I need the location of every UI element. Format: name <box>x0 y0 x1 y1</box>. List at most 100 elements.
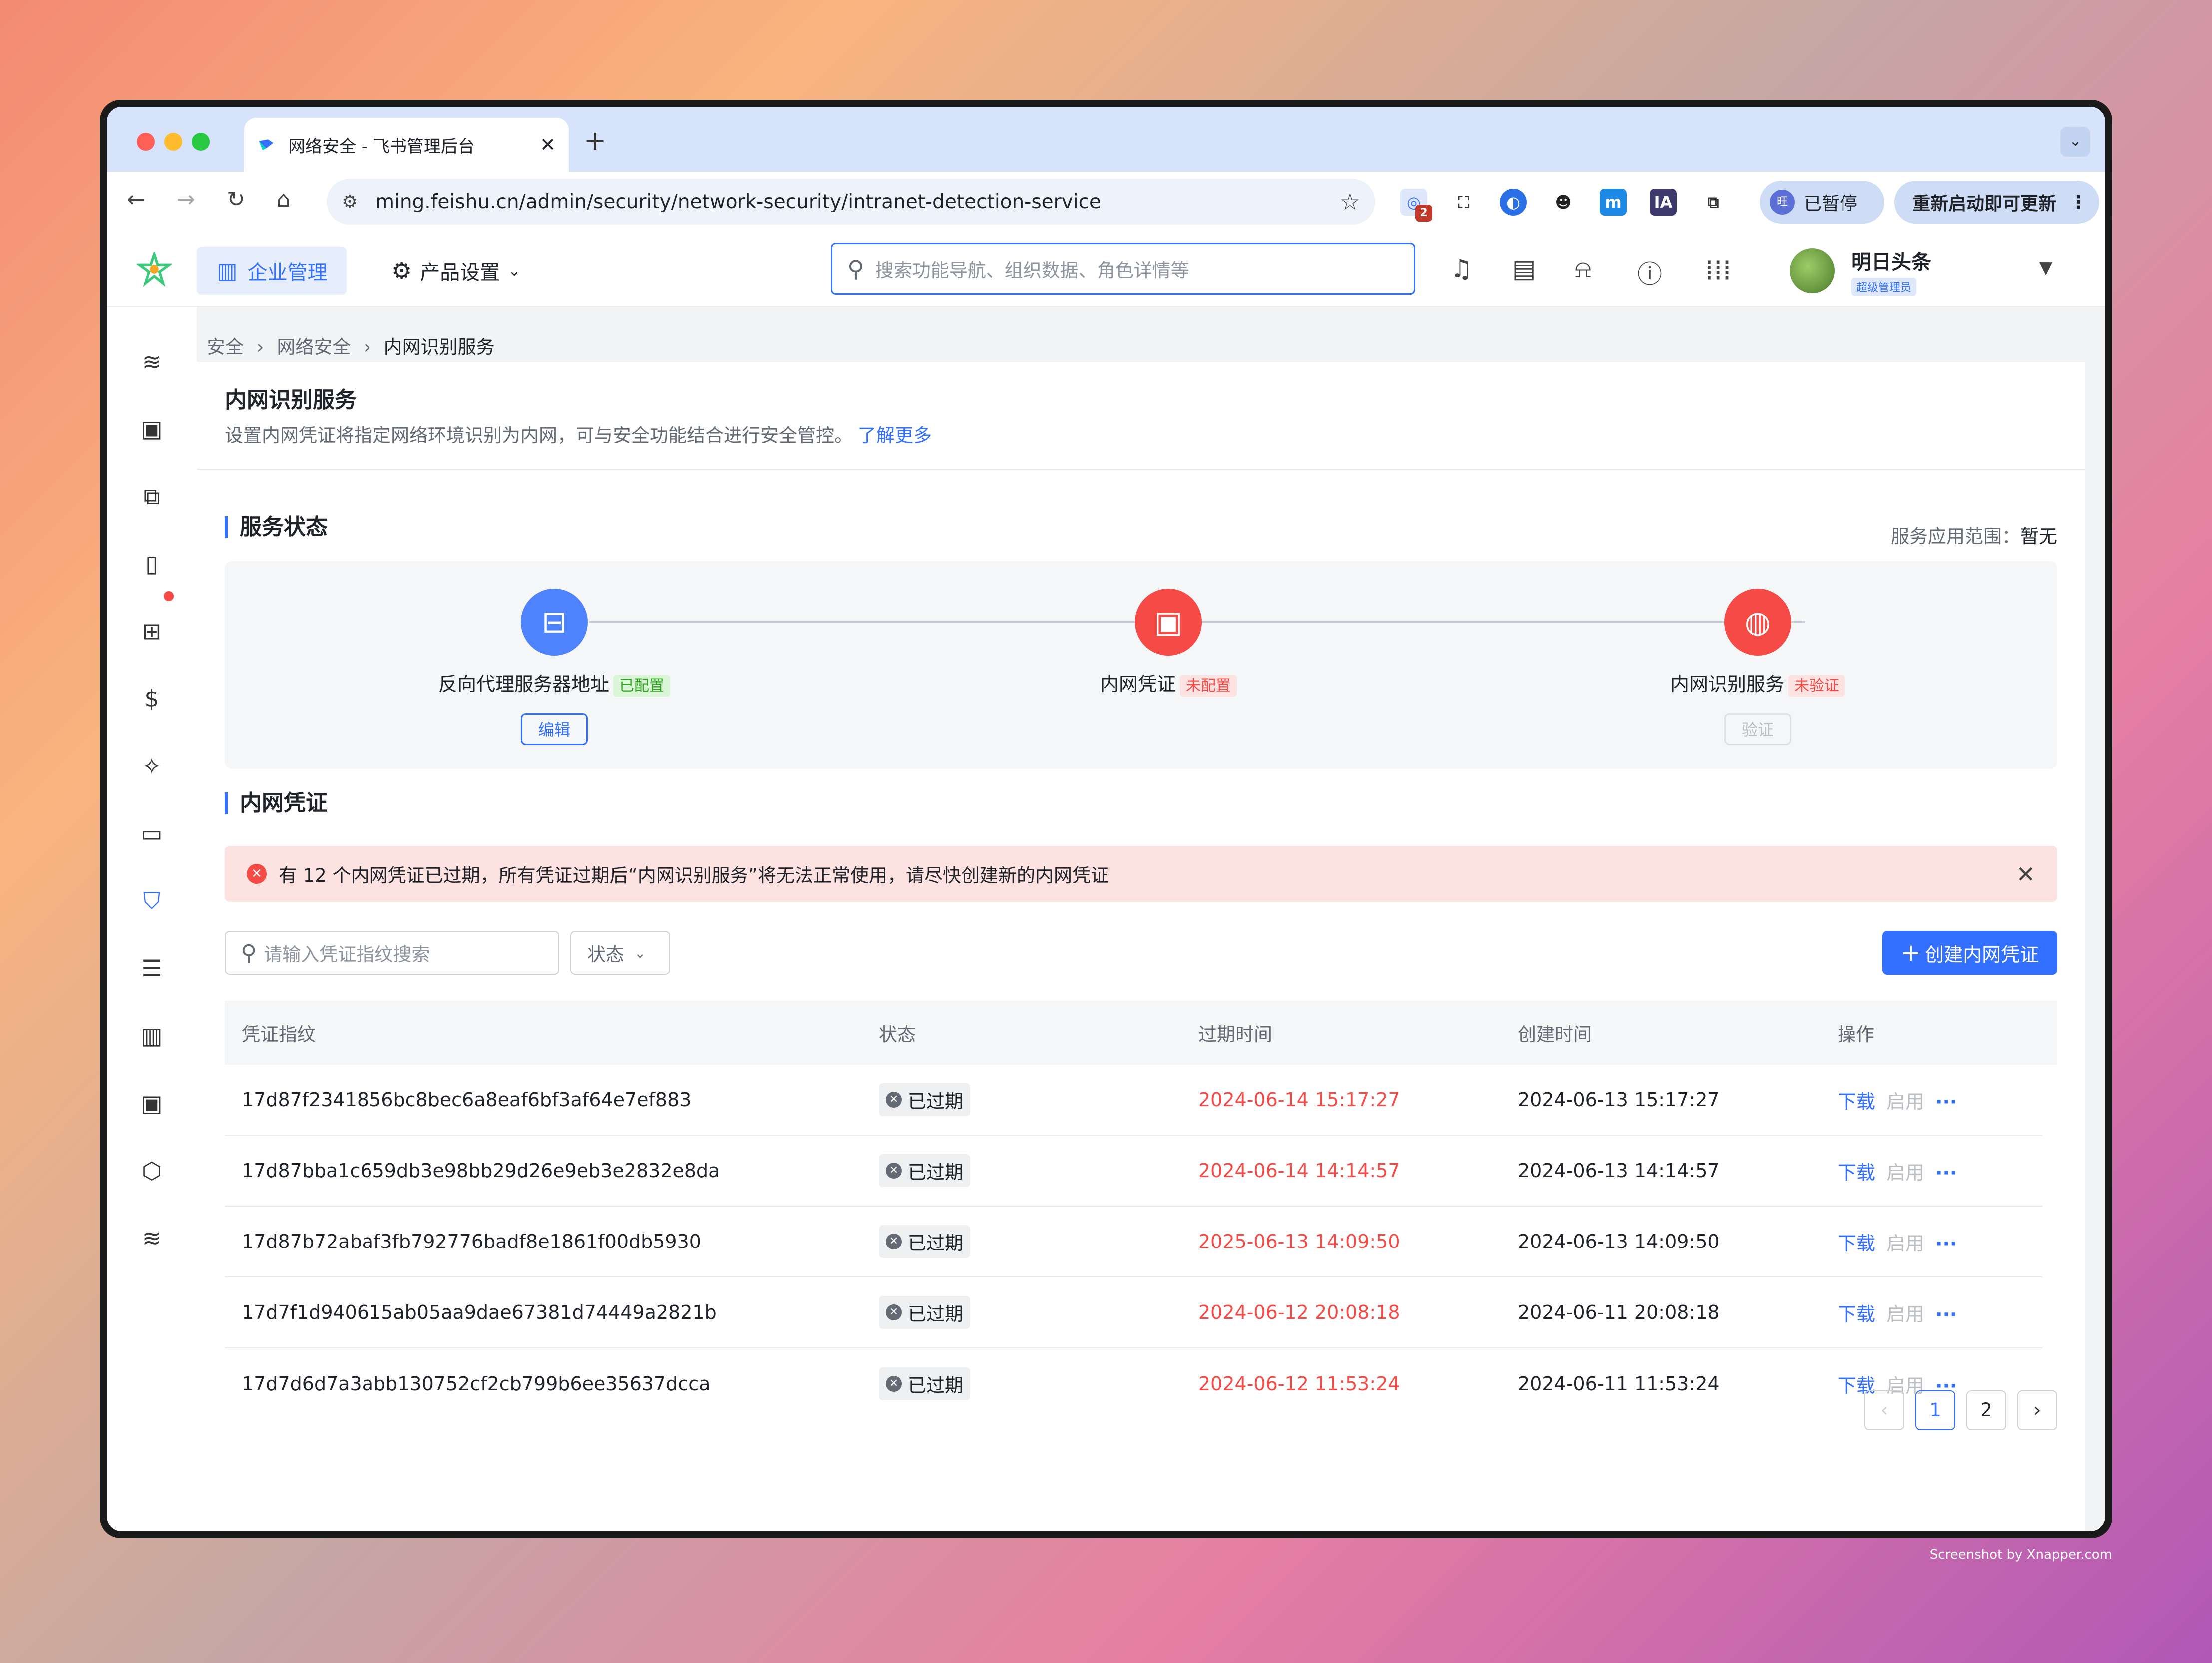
sidebar-billing-doc-icon[interactable]: ▣ <box>137 1088 167 1118</box>
status-text: 已过期 <box>908 1303 963 1325</box>
product-settings-menu[interactable]: ⚙ 产品设置 ⌄ <box>391 247 520 295</box>
column-header: 过期时间 <box>1198 1024 1272 1045</box>
sidebar-contacts-icon[interactable]: ▣ <box>137 414 167 444</box>
site-settings-icon[interactable]: ⚙ <box>342 192 364 212</box>
tab-search-chevron-icon[interactable]: ⌄ <box>2060 127 2090 157</box>
page-2-button[interactable]: 2 <box>1966 1390 2006 1430</box>
address-bar[interactable]: ⚙ ming.feishu.cn/admin/security/network-… <box>327 179 1375 225</box>
enable-link[interactable]: 启用 <box>1886 1303 1924 1325</box>
expired-icon: ✕ <box>886 1092 902 1108</box>
more-actions-icon[interactable]: ··· <box>1935 1091 1957 1113</box>
help-icon[interactable]: ⓘ <box>1637 254 1662 290</box>
status-badge: ✕ 已过期 <box>879 1296 970 1329</box>
status-text: 已过期 <box>908 1091 963 1112</box>
global-search-input[interactable]: ⚲ 搜索功能导航、组织数据、角色详情等 <box>831 243 1415 295</box>
reload-icon[interactable]: ↻ <box>227 187 245 212</box>
forward-arrow-icon[interactable]: → <box>177 187 195 212</box>
sidebar-analytics-icon[interactable]: ▥ <box>137 1021 167 1051</box>
breadcrumb-network-security[interactable]: 网络安全 <box>277 336 351 358</box>
edit-button[interactable]: 编辑 <box>521 713 588 745</box>
app-header: ▥ 企业管理 ⚙ 产品设置 ⌄ ⚲ 搜索功能导航、组织数据、角色详情等 ♫ ▤ … <box>107 232 2105 307</box>
maximize-window-button[interactable] <box>192 133 210 151</box>
face-extension-icon[interactable]: ☻ <box>1550 189 1577 216</box>
certificate-icon: ▣ <box>1135 589 1202 656</box>
created-time-cell: 2024-06-11 20:08:18 <box>1518 1301 1720 1323</box>
learn-more-link[interactable]: 了解更多 <box>858 425 932 446</box>
browser-menu-icon[interactable]: ⋮ <box>2069 192 2087 213</box>
sidebar-layers-icon[interactable]: ≋ <box>137 347 167 377</box>
profile-paused-button[interactable]: 旺 已暂停 <box>1760 181 1884 224</box>
verify-button[interactable]: 验证 <box>1724 713 1791 745</box>
user-caret-icon[interactable]: ▼ <box>2039 258 2052 278</box>
circle-extension-icon[interactable]: ◐ <box>1500 189 1527 216</box>
download-link[interactable]: 下载 <box>1838 1303 1875 1325</box>
sidebar-building-icon[interactable]: ▯ <box>137 549 167 579</box>
status-badge: 已配置 <box>613 675 670 697</box>
user-menu[interactable]: 明日头条 超级管理员 ▼ <box>1790 246 2052 296</box>
sidebar-security-shield-icon[interactable]: ⛉ <box>137 886 167 916</box>
sidebar-org-icon[interactable]: ⧉ <box>137 481 167 511</box>
download-link[interactable]: 下载 <box>1838 1162 1875 1184</box>
clipboard-icon[interactable]: ▤ <box>1512 254 1536 283</box>
update-label: 重新启动即可更新 <box>1912 194 2057 214</box>
search-icon: ⚲ <box>847 255 864 282</box>
home-icon[interactable]: ⌂ <box>277 187 291 212</box>
create-credential-button[interactable]: + 创建内网凭证 <box>1882 931 2057 975</box>
more-actions-icon[interactable]: ··· <box>1935 1233 1957 1254</box>
close-window-button[interactable] <box>137 133 155 151</box>
table-row: 17d7d6d7a3abb130752cf2cb799b6ee35637dcca… <box>225 1348 2042 1419</box>
m-extension-icon[interactable]: m <box>1600 189 1627 216</box>
paused-label: 已暂停 <box>1804 194 1858 214</box>
download-link[interactable]: 下载 <box>1838 1091 1875 1113</box>
enable-link[interactable]: 启用 <box>1886 1162 1924 1184</box>
sidebar-settings-hex-icon[interactable]: ⬡ <box>137 1156 167 1186</box>
step-label-text: 内网凭证 <box>1100 673 1176 695</box>
enterprise-management-tab[interactable]: ▥ 企业管理 <box>197 247 347 295</box>
bell-icon[interactable]: ⍾ <box>1575 254 1591 284</box>
search-icon: ⚲ <box>241 940 257 966</box>
status-badge: ✕ 已过期 <box>879 1154 970 1187</box>
screenshot-extension-icon[interactable]: ⛶ <box>1450 189 1477 216</box>
fingerprint-cell: 17d87bba1c659db3e98bb29d26e9eb3e2832e8da <box>242 1160 720 1182</box>
headset-support-icon[interactable]: ♫ <box>1450 254 1473 283</box>
enable-link[interactable]: 启用 <box>1886 1091 1924 1113</box>
more-actions-icon[interactable]: ··· <box>1935 1303 1957 1325</box>
next-page-button[interactable]: › <box>2017 1390 2057 1430</box>
sidebar-layers-bottom-icon[interactable]: ≋ <box>137 1223 167 1253</box>
minimize-window-button[interactable] <box>164 133 182 151</box>
alert-close-icon[interactable]: ✕ <box>2016 861 2035 888</box>
created-time-cell: 2024-06-11 11:53:24 <box>1518 1373 1720 1395</box>
service-scope: 服务应用范围：暂无 <box>1891 521 2057 548</box>
sidebar-storage-icon[interactable]: ▭ <box>137 819 167 848</box>
building-icon: ▥ <box>217 258 238 284</box>
breadcrumb-security[interactable]: 安全 <box>207 336 244 358</box>
new-tab-button[interactable]: + <box>584 125 606 156</box>
relaunch-update-button[interactable]: 重新启动即可更新 ⋮ <box>1894 181 2099 224</box>
page-1-button[interactable]: 1 <box>1915 1390 1955 1430</box>
bookmark-star-icon[interactable]: ☆ <box>1340 188 1360 215</box>
sidebar-billing-icon[interactable]: $ <box>137 684 167 714</box>
status-filter-select[interactable]: 状态 ⌄ <box>570 931 670 975</box>
sidebar-apps-icon[interactable]: ⊞ <box>137 616 167 646</box>
enable-link[interactable]: 启用 <box>1886 1233 1924 1254</box>
more-actions-icon[interactable]: ··· <box>1935 1162 1957 1184</box>
notification-dot <box>164 591 174 601</box>
credentials-table: 凭证指纹 状态 过期时间 创建时间 操作 17d87f2341856bc8bec… <box>225 1001 2057 1419</box>
back-arrow-icon[interactable]: ← <box>127 187 145 212</box>
fingerprint-cell: 17d87f2341856bc8bec6a8eaf6bf3af64e7ef883 <box>242 1089 692 1111</box>
page-card: 内网识别服务 设置内网凭证将指定网络环境识别为内网，可与安全功能结合进行安全管控… <box>197 362 2085 1531</box>
sidebar-audit-icon[interactable]: ☰ <box>137 953 167 983</box>
fingerprint-search-input[interactable]: ⚲ 请输入凭证指纹搜索 <box>225 931 559 975</box>
expired-icon: ✕ <box>886 1304 902 1320</box>
puzzle-extensions-icon[interactable]: ⧉ <box>1700 189 1727 216</box>
sidebar-ai-sparkle-icon[interactable]: ✧ <box>137 751 167 781</box>
prev-page-button[interactable]: ‹ <box>1864 1390 1904 1430</box>
product-settings-label: 产品设置 <box>420 261 500 284</box>
browser-tab[interactable]: 网络安全 - 飞书管理后台 ✕ <box>244 118 569 172</box>
ia-extension-icon[interactable]: IA <box>1650 189 1677 216</box>
pagination: ‹ 1 2 › <box>1853 1390 2057 1430</box>
tab-bar: 网络安全 - 飞书管理后台 ✕ + ⌄ <box>107 107 2105 172</box>
download-link[interactable]: 下载 <box>1838 1233 1875 1254</box>
app-grid-icon[interactable]: ⁞⁞⁞ <box>1705 254 1731 287</box>
tab-close-icon[interactable]: ✕ <box>540 134 556 156</box>
